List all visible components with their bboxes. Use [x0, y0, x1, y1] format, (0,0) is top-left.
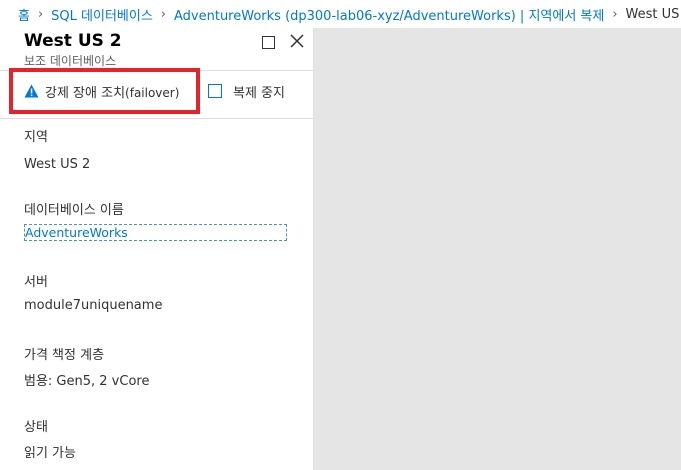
warning-icon	[24, 84, 39, 98]
chevron-right-icon: ›	[160, 6, 166, 22]
status-value: 읽기 가능	[24, 446, 76, 461]
secondary-database-blade: West US 2 보조 데이터베이스 강제 장애 조치(failover) 복…	[0, 28, 314, 470]
pricing-tier-value: 범용: Gen5, 2 vCore	[24, 374, 150, 389]
empty-content-area	[314, 28, 681, 470]
breadcrumb-replication[interactable]: AdventureWorks (dp300-lab06-xyz/Adventur…	[174, 5, 604, 24]
checkbox-square-icon	[208, 84, 222, 98]
blade-subtitle: 보조 데이터베이스	[24, 54, 117, 68]
database-name-link[interactable]: AdventureWorks	[24, 224, 287, 241]
toolbar-top-divider	[0, 70, 314, 71]
breadcrumb: 홈 › SQL 데이터베이스 › AdventureWorks (dp300-l…	[0, 0, 681, 28]
stop-replication-label: 복제 중지	[233, 85, 285, 101]
region-label: 지역	[24, 130, 48, 145]
chevron-right-icon: ›	[37, 6, 44, 22]
force-failover-button[interactable]: 강제 장애 조치(failover)	[24, 80, 179, 102]
region-value: West US 2	[24, 157, 91, 172]
close-icon[interactable]	[289, 33, 305, 49]
breadcrumb-home[interactable]: 홈	[18, 5, 30, 24]
pricing-tier-label: 가격 책정 계층	[24, 348, 105, 363]
database-name-label: 데이터베이스 이름	[24, 203, 124, 218]
status-label: 상태	[24, 420, 48, 435]
chevron-right-icon: ›	[612, 6, 618, 22]
breadcrumb-sql-databases[interactable]: SQL 데이터베이스	[51, 5, 153, 24]
server-value: module7uniquename	[24, 298, 163, 313]
force-failover-suffix: (failover)	[125, 85, 180, 100]
breadcrumb-current: West US 2	[625, 6, 681, 22]
stop-replication-button[interactable]: 복제 중지	[208, 80, 285, 102]
maximize-icon[interactable]	[262, 36, 275, 49]
toolbar-bottom-divider	[0, 118, 314, 119]
blade-title: West US 2	[24, 31, 122, 51]
force-failover-label: 강제 장애 조치(failover)	[45, 85, 180, 101]
server-label: 서버	[24, 275, 48, 290]
